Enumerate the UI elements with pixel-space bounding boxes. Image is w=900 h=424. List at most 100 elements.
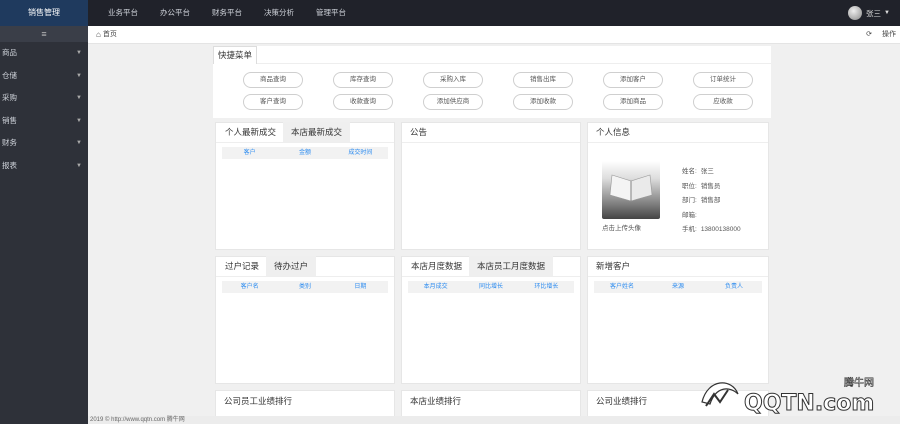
sidebar-item-goods[interactable]: 商品 ▼ — [0, 42, 88, 65]
info-value: 13800138000 — [700, 226, 741, 233]
column-header: 负责人 — [724, 284, 743, 290]
watermark-logo: QQTN.com 腾牛网 — [701, 376, 875, 417]
new-clients-title: 新增客户 — [596, 261, 631, 271]
info-key: 邮箱: — [682, 211, 697, 219]
home-icon: ⌂ — [96, 30, 101, 39]
watermark-brand: 腾牛网 — [844, 376, 874, 389]
quick-button[interactable]: 库存查询 — [333, 72, 393, 88]
info-key: 手机: — [682, 226, 697, 233]
chevron-down-icon: ▼ — [76, 50, 82, 56]
column-header: 客户名 — [240, 284, 259, 290]
quick-button[interactable]: 客户查询 — [243, 94, 303, 110]
quick-button[interactable]: 采购入库 — [423, 72, 483, 88]
deals-table-header: 客户 金额 成交时间 — [222, 147, 388, 159]
info-key: 姓名: — [682, 168, 697, 175]
tab-tools: ⟳ 操作 — [856, 26, 896, 44]
tab-home-label: 首页 — [102, 31, 117, 38]
sidebar-item-reports[interactable]: 报表 ▼ — [0, 155, 88, 178]
chevron-down-icon: ▼ — [76, 72, 82, 79]
sidebar-item-label: 报表 — [2, 160, 17, 170]
profile-title: 个人信息 — [596, 127, 631, 137]
column-header: 来源 — [671, 284, 684, 290]
top-nav-item-business[interactable]: 业务平台 — [108, 0, 138, 26]
top-bar: 销售管理 业务平台 办公平台 财务平台 决策分析 管理平台 张三 ▼ — [0, 0, 900, 26]
company-rank-title: 公司业绩排行 — [596, 396, 648, 406]
tab-store-monthly[interactable]: 本店月度数据 — [408, 260, 465, 276]
quick-button[interactable]: 添加收款 — [513, 94, 573, 110]
user-name: 张三 — [866, 8, 882, 18]
tab-pending-transfers[interactable]: 待办过户 — [266, 256, 317, 276]
column-header: 本月成交 — [423, 284, 448, 290]
caret-down-icon: ▼ — [884, 10, 890, 16]
quick-button[interactable]: 订单统计 — [693, 72, 753, 88]
new-clients-table-header: 客户姓名 来源 负责人 — [594, 281, 762, 293]
top-nav: 业务平台 办公平台 财务平台 决策分析 管理平台 — [108, 0, 368, 26]
column-header: 金额 — [298, 150, 311, 156]
quick-button[interactable]: 添加客户 — [603, 72, 663, 88]
tab-transfer-records[interactable]: 过户记录 — [222, 260, 262, 276]
tab-home[interactable]: ⌂ 首页 — [96, 26, 117, 44]
company-staff-rank-header: 公司员工业绩排行 — [216, 391, 394, 411]
column-header: 日期 — [354, 284, 367, 290]
sidebar-item-label: 采购 — [2, 93, 17, 102]
sidebar-item-sales[interactable]: 销售 ▼ — [0, 110, 88, 133]
quick-button[interactable]: 销售出库 — [513, 72, 573, 88]
info-row: 手机: 13800138000 — [682, 223, 741, 238]
info-row: 姓名: 张三 — [682, 165, 741, 180]
column-header: 同比增长 — [478, 284, 503, 290]
sidebar-item-storage[interactable]: 仓储 ▼ — [0, 65, 88, 88]
avatar — [848, 6, 863, 20]
company-staff-rank-panel: 公司员工业绩排行 — [215, 390, 395, 418]
quick-button[interactable]: 收款查询 — [333, 94, 393, 110]
quick-menu-header: 快捷菜单 — [213, 46, 771, 64]
notice-panel-header: 公告 — [402, 123, 580, 143]
info-key: 部门: — [682, 197, 697, 204]
top-nav-item-finance[interactable]: 财务平台 — [212, 0, 242, 26]
store-rank-header: 本店业绩排行 — [402, 391, 580, 411]
tab-staff-monthly[interactable]: 本店员工月度数据 — [469, 256, 554, 276]
profile-panel: 个人信息 点击上传头像 姓名: 张三 职位: 销售员 部门: 销售部 邮箱: 手机: 1… — [587, 122, 769, 250]
app-logo[interactable]: 销售管理 — [0, 0, 88, 26]
user-menu[interactable]: 张三 ▼ — [848, 0, 890, 26]
quick-button[interactable]: 商品查询 — [243, 72, 303, 88]
monthly-panel-header: 本店月度数据 本店员工月度数据 — [402, 256, 580, 277]
quick-button[interactable]: 添加商品 — [603, 94, 663, 110]
sidebar-item-label: 财务 — [2, 138, 17, 147]
quick-button[interactable]: 应收款 — [693, 94, 753, 110]
menu-toggle-icon[interactable]: ≡ — [0, 26, 88, 42]
column-header: 类别 — [298, 284, 311, 290]
sidebar-item-finance[interactable]: 财务 ▼ — [0, 132, 88, 155]
top-nav-item-office[interactable]: 办公平台 — [160, 0, 190, 26]
new-clients-panel-header: 新增客户 — [588, 257, 768, 277]
sidebar: ≡ 商品 ▼ 仓储 ▼ 采购 ▼ 销售 ▼ 财务 ▼ 报表 ▼ — [0, 26, 88, 424]
sidebar-item-purchase[interactable]: 采购 ▼ — [0, 87, 88, 110]
profile-info-list: 姓名: 张三 职位: 销售员 部门: 销售部 邮箱: 手机: 13800138000 — [682, 165, 741, 238]
top-nav-item-analysis[interactable]: 决策分析 — [264, 0, 294, 26]
info-row: 部门: 销售部 — [682, 194, 741, 209]
chevron-down-icon: ▼ — [76, 140, 82, 146]
quick-button[interactable]: 添加供应商 — [423, 94, 483, 110]
top-nav-item-admin[interactable]: 管理平台 — [316, 0, 346, 26]
clients-panel-header: 过户记录 待办过户 — [216, 256, 394, 277]
column-header: 客户姓名 — [609, 284, 634, 290]
quick-menu-title: 快捷菜单 — [213, 46, 258, 64]
actions-dropdown[interactable]: 操作 — [882, 26, 896, 44]
tab-store-deals[interactable]: 本店最新成交 — [283, 122, 351, 142]
upload-avatar-link[interactable]: 点击上传头像 — [602, 222, 641, 232]
clients-panel: 过户记录 待办过户 客户名 类别 日期 — [215, 256, 395, 384]
info-value: 销售部 — [700, 197, 721, 204]
monthly-table-header: 本月成交 同比增长 环比增长 — [408, 281, 574, 293]
profile-photo[interactable] — [602, 161, 660, 219]
deals-panel: 个人最新成交 本店最新成交 客户 金额 成交时间 — [215, 122, 395, 250]
refresh-icon[interactable]: ⟳ — [866, 26, 872, 44]
deals-panel-header: 个人最新成交 本店最新成交 — [216, 122, 394, 143]
main-content: 快捷菜单 商品查询 库存查询 采购入库 销售出库 添加客户 订单统计 客户查询 … — [88, 44, 900, 418]
sidebar-item-label: 商品 — [2, 48, 17, 57]
tab-personal-deals[interactable]: 个人最新成交 — [222, 126, 279, 142]
info-row: 邮箱: — [682, 209, 741, 224]
sidebar-item-label: 销售 — [2, 115, 17, 125]
notice-panel: 公告 — [401, 122, 581, 250]
info-value: 销售员 — [700, 182, 721, 190]
info-row: 职位: 销售员 — [682, 180, 741, 195]
clients-table-header: 客户名 类别 日期 — [222, 281, 388, 293]
